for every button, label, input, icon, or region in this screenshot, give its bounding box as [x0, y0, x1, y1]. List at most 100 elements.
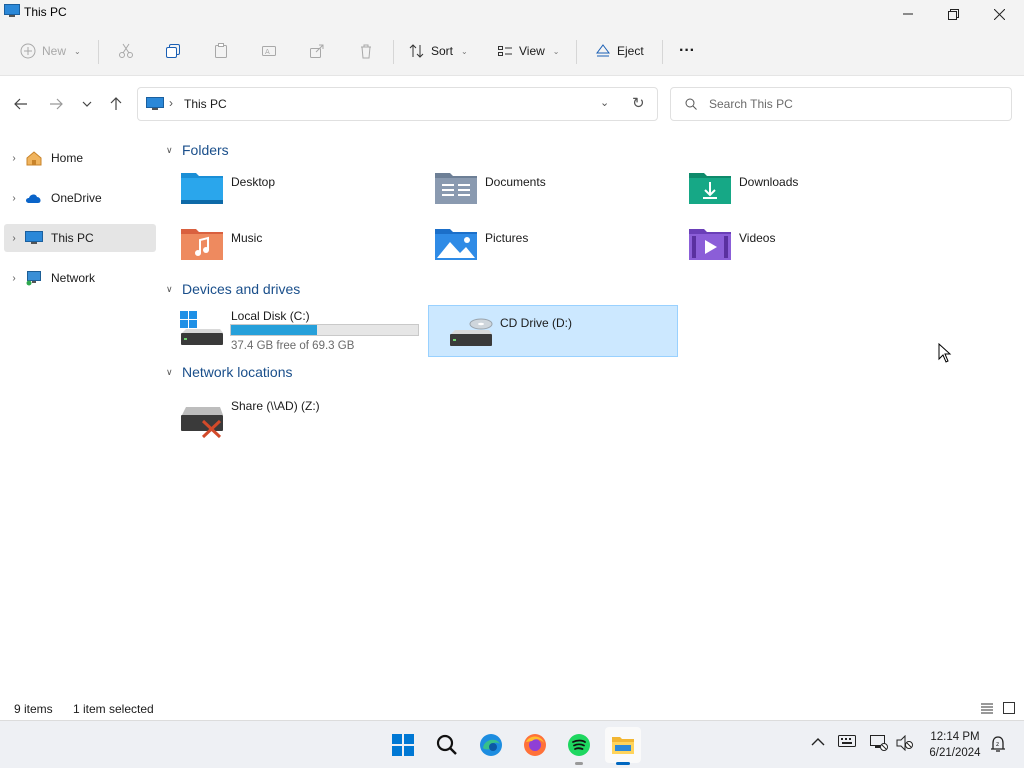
active-indicator	[616, 762, 630, 765]
chevron-down-icon	[82, 101, 92, 107]
taskbar-clock[interactable]: 12:14 PM 6/21/2024	[920, 729, 990, 761]
disconnected-network-drive-icon	[181, 407, 223, 439]
notifications-icon[interactable]: z	[989, 735, 1007, 756]
rename-icon: A	[262, 46, 276, 56]
sort-button[interactable]: Sort ⌄	[409, 38, 468, 64]
folder-label: Documents	[485, 175, 546, 189]
section-header-network-locations[interactable]: ∨ Network locations	[166, 364, 293, 380]
address-row: › This PC ⌄ ↻	[0, 77, 1024, 131]
folder-label: Downloads	[739, 175, 799, 189]
more-icon: ···	[679, 42, 695, 59]
cut-button[interactable]	[118, 38, 134, 64]
show-hidden-icons-chevron-icon[interactable]	[811, 735, 825, 750]
details-view-icon[interactable]	[979, 700, 995, 716]
drive-free-space: 37.4 GB free of 69.3 GB	[231, 340, 355, 352]
folder-tile-documents[interactable]: Documents	[414, 161, 664, 213]
network-icon	[24, 269, 44, 287]
drive-tile-cd-drive-d[interactable]: CD Drive (D:)	[428, 305, 678, 357]
start-button[interactable]	[385, 727, 421, 763]
clock-date: 6/21/2024	[929, 747, 981, 759]
breadcrumb-this-pc[interactable]: This PC	[184, 97, 227, 111]
delete-button[interactable]	[358, 38, 374, 64]
sort-icon	[409, 44, 424, 58]
home-icon	[24, 149, 44, 167]
drive-name: CD Drive (D:)	[500, 316, 572, 330]
arrow-up-icon	[110, 97, 122, 110]
eject-button[interactable]: Eject	[595, 38, 644, 64]
search-input[interactable]	[709, 95, 999, 113]
desktop-folder-icon	[181, 173, 223, 204]
folder-tile-desktop[interactable]: Desktop	[160, 161, 410, 213]
this-pc-icon	[24, 229, 44, 247]
this-pc-icon	[146, 97, 164, 110]
keyboard-icon[interactable]	[838, 735, 856, 750]
address-history-dropdown[interactable]: ⌄	[600, 96, 609, 109]
drive-tile-local-disk-c[interactable]: Local Disk (C:) 37.4 GB free of 69.3 GB	[160, 305, 419, 357]
expand-chevron-icon[interactable]: ›	[4, 273, 24, 284]
arrow-right-icon	[50, 98, 63, 110]
search-box[interactable]	[670, 87, 1012, 121]
copy-icon	[166, 44, 180, 58]
back-button[interactable]	[10, 94, 32, 114]
section-header-devices[interactable]: ∨ Devices and drives	[166, 281, 300, 297]
expand-chevron-icon[interactable]: ›	[4, 233, 24, 244]
taskbar: 12:14 PM 6/21/2024 z	[0, 720, 1024, 768]
folder-tile-music[interactable]: Music	[160, 217, 410, 269]
network-disconnected-icon[interactable]	[870, 735, 888, 754]
volume-muted-icon[interactable]	[896, 734, 914, 754]
sidebar-item-home[interactable]: › Home	[4, 144, 156, 172]
sidebar-item-label: Home	[51, 151, 84, 165]
navigation-pane: › Home › OneDrive › This PC › Network	[0, 131, 160, 696]
sidebar-item-onedrive[interactable]: › OneDrive	[4, 184, 156, 212]
sidebar-item-this-pc[interactable]: › This PC	[4, 224, 156, 252]
paste-button[interactable]	[213, 38, 229, 64]
taskbar-firefox[interactable]	[517, 727, 553, 763]
more-options-button[interactable]: ···	[679, 38, 695, 64]
taskbar-search-button[interactable]	[429, 727, 465, 763]
eject-button-label: Eject	[617, 44, 644, 58]
new-button[interactable]: New ⌄	[20, 38, 81, 64]
recent-locations-button[interactable]	[76, 94, 98, 114]
copy-button[interactable]	[165, 38, 181, 64]
expand-chevron-icon[interactable]: ›	[4, 153, 24, 164]
section-header-folders[interactable]: ∨ Folders	[166, 142, 229, 158]
expand-chevron-icon[interactable]: ›	[4, 193, 24, 204]
svg-text:z: z	[996, 741, 999, 748]
close-button[interactable]	[976, 0, 1022, 28]
breadcrumb-separator-icon: ›	[169, 96, 173, 110]
drive-usage-bar	[230, 324, 419, 336]
folder-tile-downloads[interactable]: Downloads	[668, 161, 918, 213]
new-button-label: New	[42, 44, 67, 58]
collapse-chevron-icon: ∨	[166, 144, 173, 155]
taskbar-edge[interactable]	[473, 727, 509, 763]
share-button[interactable]	[309, 38, 325, 64]
sidebar-item-label: This PC	[51, 231, 94, 245]
large-icons-view-icon[interactable]	[1001, 700, 1017, 716]
refresh-icon[interactable]: ↻	[632, 94, 645, 112]
plus-circle-icon	[20, 43, 36, 59]
rename-button[interactable]: A	[261, 38, 277, 64]
command-bar: New ⌄ A Sort ⌄ View ⌄ Eject ···	[0, 28, 1024, 76]
network-drive-tile-share-z[interactable]: Share (\\AD) (Z:)	[160, 395, 410, 447]
search-icon	[685, 98, 697, 110]
title-bar: This PC	[0, 0, 1024, 28]
edge-icon	[480, 734, 502, 756]
view-button-label: View	[519, 44, 545, 58]
minimize-button[interactable]	[885, 0, 931, 28]
paste-icon	[215, 43, 227, 58]
sort-button-label: Sort	[431, 44, 454, 58]
folder-label: Desktop	[231, 175, 276, 189]
restore-button[interactable]	[930, 0, 976, 28]
taskbar-file-explorer[interactable]	[605, 727, 641, 765]
window-title: This PC	[24, 5, 67, 19]
up-button[interactable]	[105, 94, 127, 114]
pictures-folder-icon	[435, 229, 477, 260]
folder-tile-videos[interactable]: Videos	[668, 217, 918, 269]
forward-button[interactable]	[45, 94, 67, 114]
content-pane: ∨ Folders Desktop Documents Downloads Mu…	[160, 131, 1024, 696]
sidebar-item-network[interactable]: › Network	[4, 264, 156, 292]
folder-tile-pictures[interactable]: Pictures	[414, 217, 664, 269]
view-button[interactable]: View ⌄	[497, 38, 560, 64]
address-bar[interactable]: › This PC ⌄ ↻	[137, 87, 658, 121]
taskbar-spotify[interactable]	[561, 727, 597, 765]
